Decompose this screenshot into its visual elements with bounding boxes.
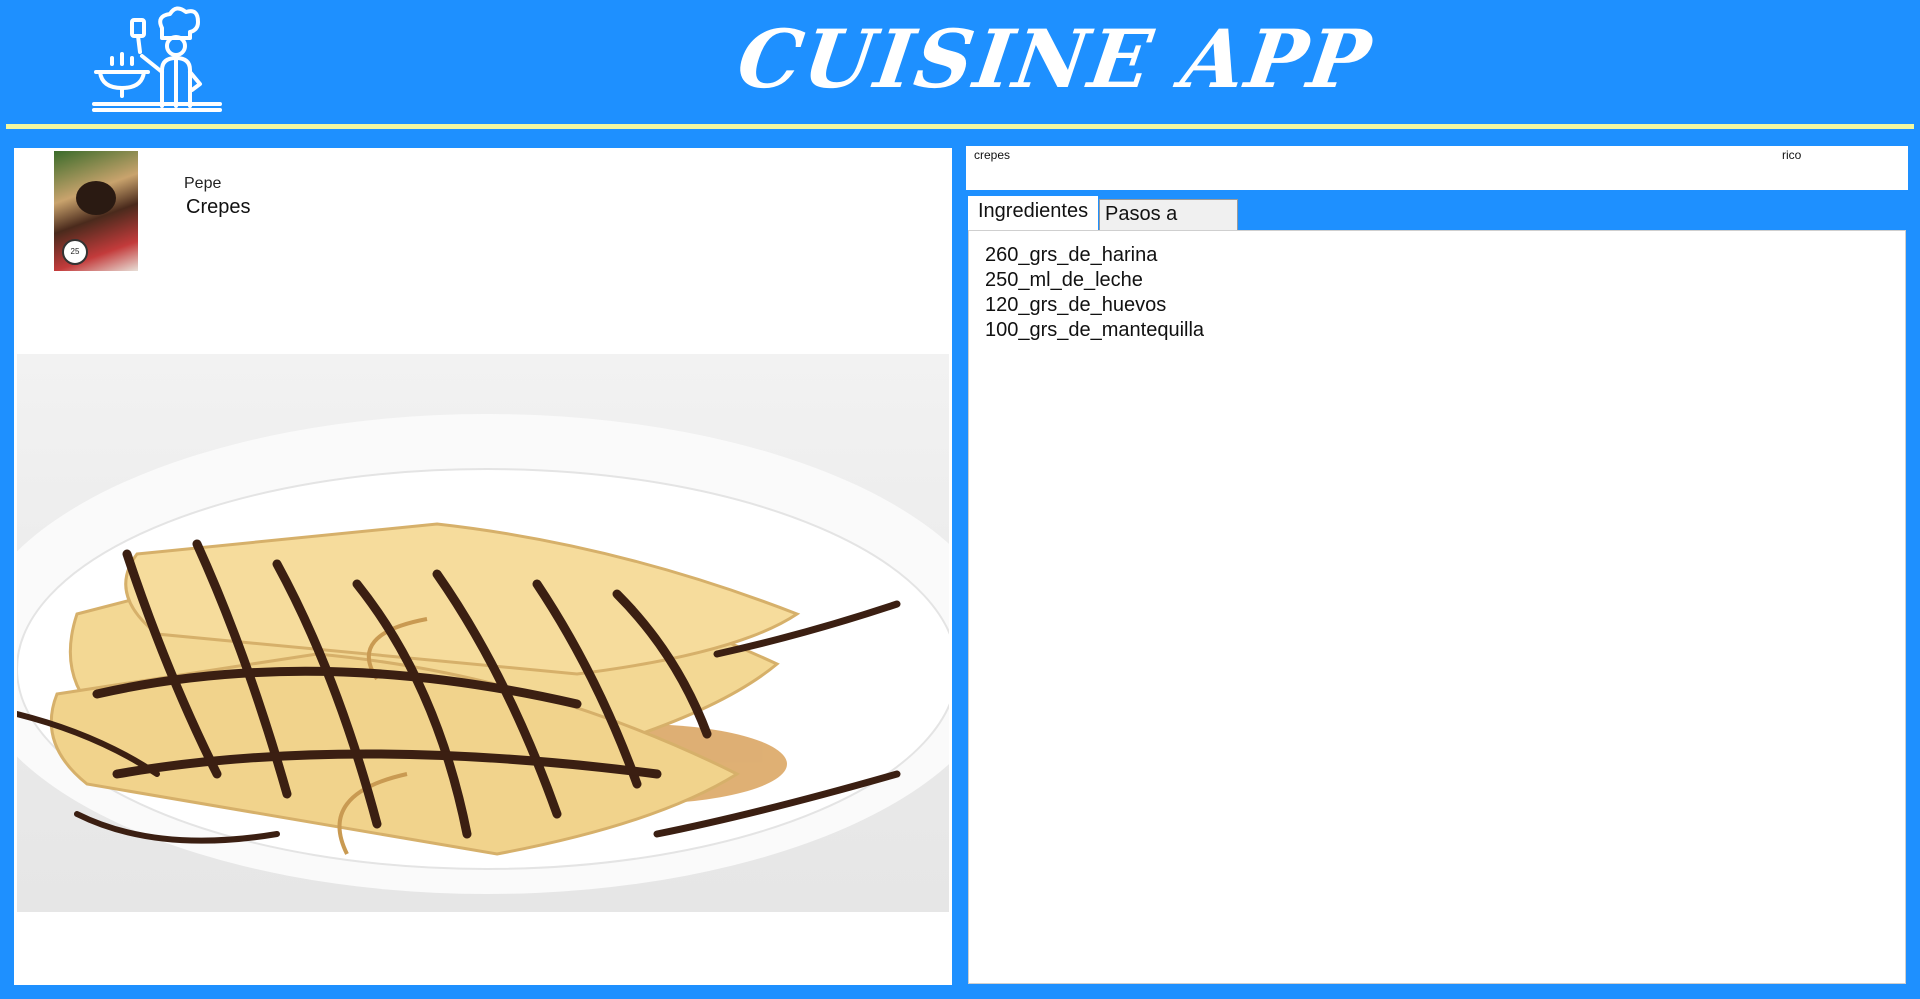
header: CUISINE APP [0,0,1920,125]
header-divider [6,124,1914,129]
tab-ingredientes[interactable]: Ingredientes [968,196,1098,230]
tab-pasos-a-seguir[interactable]: Pasos a seguir [1099,199,1238,253]
dish-image [17,354,949,912]
ingredient-item: 260_grs_de_harina [985,244,1158,266]
app-window: CUISINE APP 25 Pepe Crepes crepes rico I… [0,0,1920,999]
search-term[interactable]: crepes [974,148,1010,162]
recipe-title: Crepes [186,196,251,218]
ingredient-list: 260_grs_de_harina 250_ml_de_leche 120_gr… [969,231,1905,343]
tab-content-ingredientes: 260_grs_de_harina 250_ml_de_leche 120_gr… [968,230,1906,984]
crepes-photo-icon [17,414,949,894]
ingredient-item: 100_grs_de_mantequilla [985,319,1205,341]
ingredient-item: 250_ml_de_leche [985,269,1143,291]
ingredient-item: 120_grs_de_huevos [985,294,1167,316]
avatar[interactable]: 25 [54,151,138,271]
search-bar[interactable]: crepes rico [966,146,1908,190]
recipe-panel: 25 Pepe Crepes [14,148,952,985]
author-name: Pepe [184,175,222,192]
dog-photo-icon [76,181,116,215]
app-title: CUISINE APP [732,12,1378,106]
search-tag[interactable]: rico [1782,148,1801,162]
avatar-tag: 25 [62,239,88,265]
